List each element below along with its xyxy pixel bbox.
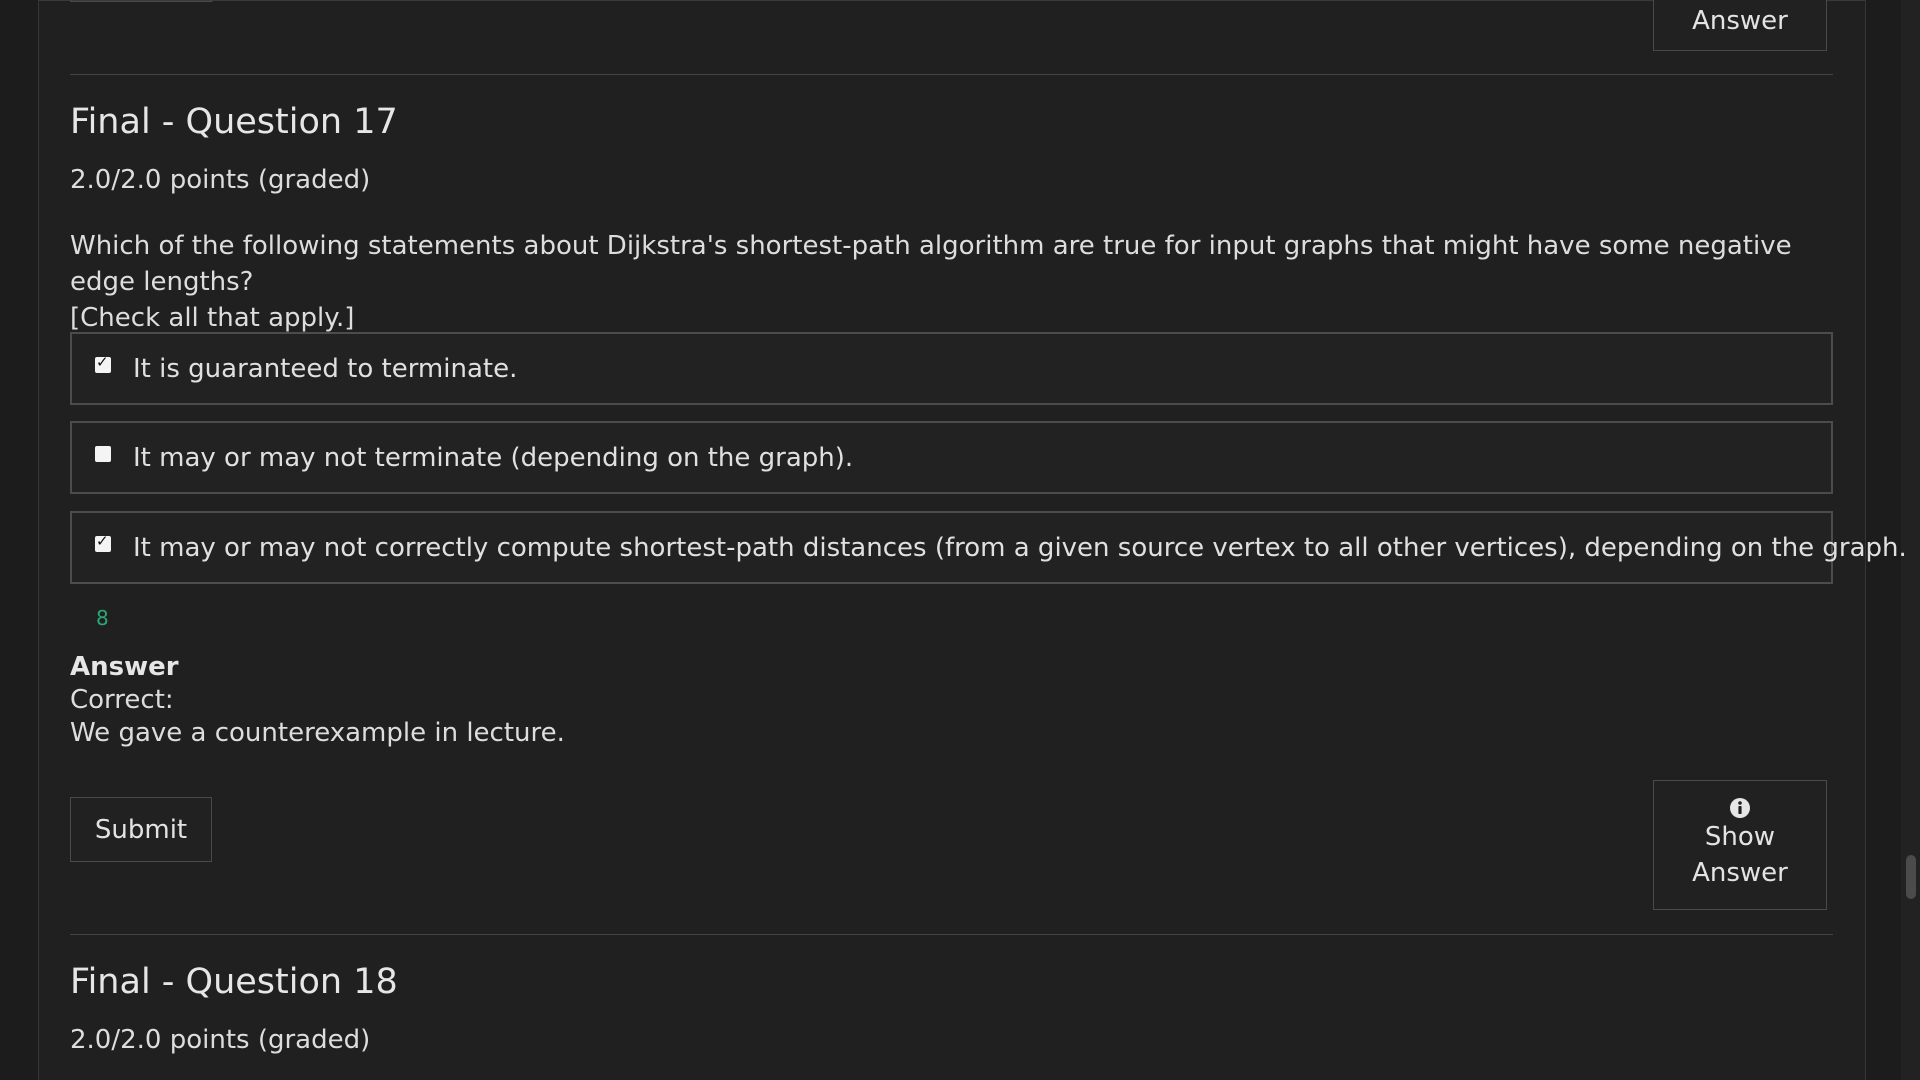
- question-18-title: Final - Question 18: [70, 962, 398, 1002]
- choice-3-label[interactable]: It may or may not correctly compute shor…: [133, 533, 1907, 563]
- left-gutter: [0, 0, 39, 1080]
- choice-1-label[interactable]: It is guaranteed to terminate.: [133, 354, 517, 384]
- show-answer-label-line2: Answer: [1692, 858, 1788, 888]
- answer-explanation: We gave a counterexample in lecture.: [70, 718, 565, 748]
- choice-2-checkbox[interactable]: [95, 446, 111, 462]
- submit-button[interactable]: Submit: [70, 797, 212, 862]
- choice-1[interactable]: ✓ It is guaranteed to terminate.: [70, 332, 1833, 405]
- choice-1-checkbox[interactable]: ✓: [95, 353, 111, 373]
- previous-show-answer-button[interactable]: Answer: [1653, 0, 1827, 51]
- choice-2-label[interactable]: It may or may not terminate (depending o…: [133, 443, 853, 473]
- answer-correct-label: Correct:: [70, 685, 174, 715]
- choice-3-checkbox[interactable]: ✓: [95, 532, 111, 552]
- show-answer-label-line1: Show: [1704, 822, 1776, 852]
- question-17-points: 2.0/2.0 points (graded): [70, 165, 371, 195]
- choice-2[interactable]: It may or may not terminate (depending o…: [70, 421, 1833, 494]
- question-18-points: 2.0/2.0 points (graded): [70, 1025, 371, 1055]
- answer-heading: Answer: [70, 652, 179, 682]
- previous-show-answer-label: Answer: [1692, 6, 1788, 36]
- question-17-prompt-line1: Which of the following statements about …: [70, 231, 1792, 297]
- question-17-prompt: Which of the following statements about …: [70, 228, 1833, 336]
- question-separator: [70, 934, 1833, 935]
- checkmark-icon: ✓: [96, 532, 109, 550]
- info-icon: [1730, 798, 1750, 818]
- page: Answer Final - Question 17 2.0/2.0 point…: [0, 0, 1920, 1080]
- question-separator: [70, 74, 1833, 75]
- question-17-prompt-line2: [Check all that apply.]: [70, 303, 355, 333]
- scrollbar-thumb[interactable]: [1906, 855, 1916, 899]
- checkmark-icon: ✓: [96, 353, 109, 371]
- question-17-title: Final - Question 17: [70, 102, 398, 142]
- show-answer-button[interactable]: Show Answer: [1653, 780, 1827, 910]
- previous-submit-button[interactable]: [70, 0, 212, 2]
- status-indicator: 8: [96, 606, 109, 630]
- top-divider: [38, 0, 1865, 1]
- choice-3[interactable]: ✓ It may or may not correctly compute sh…: [70, 511, 1907, 584]
